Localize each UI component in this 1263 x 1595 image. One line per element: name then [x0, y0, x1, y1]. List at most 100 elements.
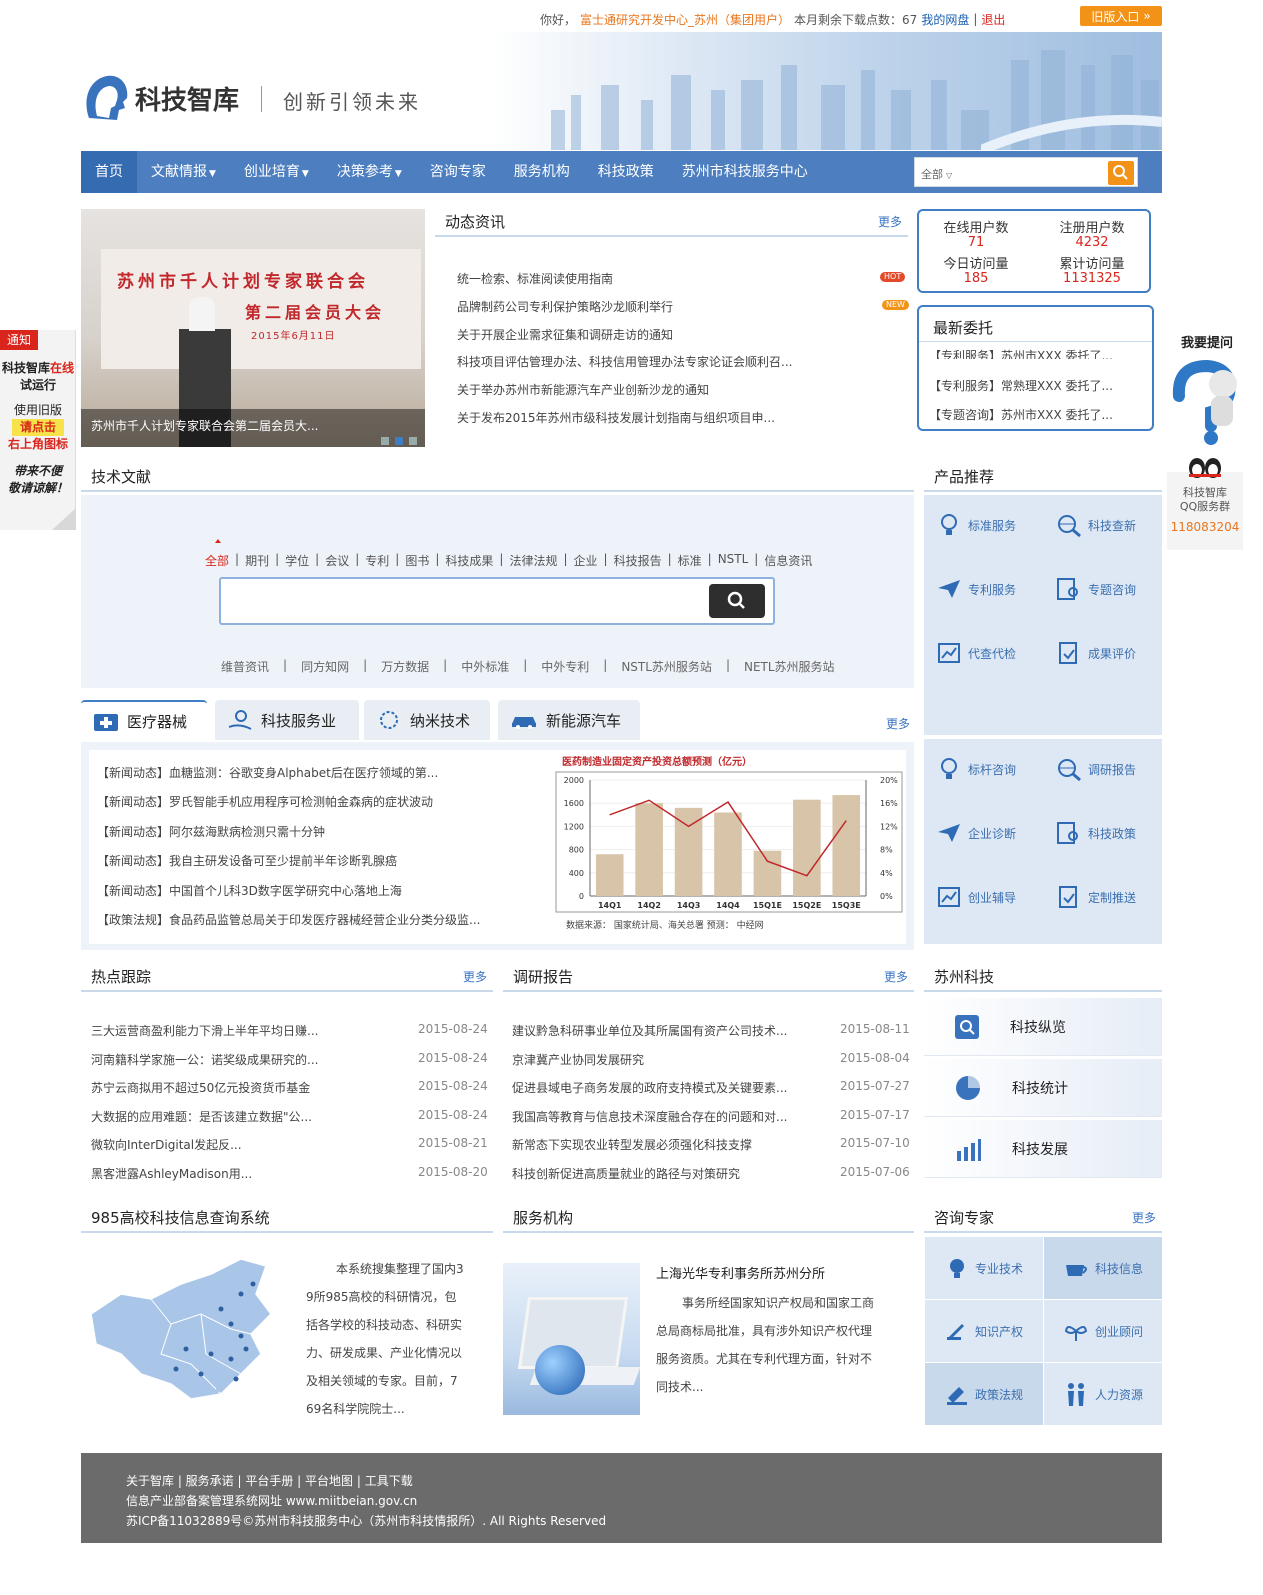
hot-item[interactable]: 黑客泄露AshleyMadison用... — [91, 1165, 353, 1182]
news-item[interactable]: 关于开展企业需求征集和调研走访的通知 — [457, 326, 877, 343]
nav-policy[interactable]: 科技政策 — [584, 151, 668, 193]
suzhou-statistics[interactable]: 科技统计 — [924, 1059, 1162, 1117]
qq-group-widget[interactable]: 科技智库 QQ服务群 118083204 — [1167, 458, 1243, 550]
footer-beian[interactable]: 信息产业部备案管理系统网址 www.miitbeian.gov.cn — [126, 1491, 1117, 1511]
carousel-dot[interactable] — [409, 437, 417, 445]
industry-item[interactable]: 【新闻动态】阿尔兹海默病检测只需十分钟 — [97, 823, 497, 840]
nav-search-input[interactable] — [971, 162, 1101, 182]
reports-item[interactable]: 我国高等教育与信息技术深度融合存在的问题和对... — [512, 1108, 830, 1125]
industry-item[interactable]: 【新闻动态】血糖监测：谷歌变身Alphabet后在医疗领域的第... — [97, 764, 497, 781]
tab-tech-services[interactable]: 科技服务业 — [215, 700, 359, 740]
product-startup-mentor[interactable]: 创业辅导 — [936, 884, 1016, 910]
experts-more-link[interactable]: 更多 — [1132, 1209, 1156, 1226]
lit-tab[interactable]: 学位 — [285, 552, 309, 569]
source-link[interactable]: NETL苏州服务站 — [744, 658, 835, 675]
suzhou-development[interactable]: 科技发展 — [924, 1120, 1162, 1178]
tab-new-energy-vehicles[interactable]: 新能源汽车 — [498, 700, 640, 740]
product-proxy-check[interactable]: 代查代检 — [936, 640, 1016, 666]
hot-item[interactable]: 苏宁云商拟用不超过50亿元投资货币基金 — [91, 1079, 353, 1096]
agency-image[interactable] — [503, 1263, 640, 1415]
source-link[interactable]: 同方知网 — [301, 658, 349, 675]
expert-startup-advisor[interactable]: 创业顾问 — [1044, 1300, 1162, 1362]
literature-search-input[interactable] — [227, 587, 697, 615]
nav-incubation[interactable]: 创业培育 ▼ — [230, 151, 323, 193]
reports-item[interactable]: 促进县域电子商务发展的政府支持模式及关键要素... — [512, 1079, 830, 1096]
product-patent-service[interactable]: 专利服务 — [936, 576, 1016, 602]
reports-item[interactable]: 科技创新促进高质量就业的路径与对策研究 — [512, 1165, 830, 1182]
reports-item[interactable]: 新常态下实现农业转型发展必须强化科技支撑 — [512, 1136, 830, 1153]
product-tech-policy[interactable]: 科技政策 — [1056, 820, 1136, 846]
hot-item[interactable]: 河南籍科学家施一公：诺奖级成果研究的... — [91, 1051, 353, 1068]
lit-tab[interactable]: NSTL — [718, 552, 749, 569]
industry-item[interactable]: 【政策法规】食品药品监管总局关于印发医疗器械经营企业分类分级监... — [97, 911, 537, 928]
china-map[interactable] — [81, 1254, 281, 1404]
tab-medical-devices[interactable]: 医疗器械 — [81, 700, 207, 740]
lit-tab[interactable]: 会议 — [325, 552, 349, 569]
source-link[interactable]: 中外专利 — [541, 658, 589, 675]
industry-item[interactable]: 【新闻动态】我自主研发设备可至少提前半年诊断乳腺癌 — [97, 852, 497, 869]
product-standard-service[interactable]: 标准服务 — [936, 512, 1016, 538]
nav-experts[interactable]: 咨询专家 — [416, 151, 500, 193]
logo-text[interactable]: 科技智库 — [135, 80, 239, 117]
commission-item[interactable]: 【专题咨询】苏州市XXX 委托了... — [929, 406, 1144, 423]
lit-tab[interactable]: 专利 — [365, 552, 389, 569]
news-item[interactable]: 科技项目评估管理办法、科技信用管理办法专家论证会顺利召... — [457, 353, 857, 370]
product-custom-push[interactable]: 定制推送 — [1056, 884, 1136, 910]
product-enterprise-diagnosis[interactable]: 企业诊断 — [936, 820, 1016, 846]
nav-literature[interactable]: 文献情报 ▼ — [137, 151, 230, 193]
lit-tab[interactable]: 信息资讯 — [764, 552, 812, 569]
hot-item[interactable]: 微软向InterDigital发起反... — [91, 1136, 353, 1153]
lit-tab[interactable]: 法律法规 — [509, 552, 557, 569]
source-link[interactable]: 中外标准 — [461, 658, 509, 675]
ask-question-widget[interactable]: 我要提问 — [1167, 328, 1243, 448]
industry-more-link[interactable]: 更多 — [886, 715, 910, 732]
expert-policy-law[interactable]: 政策法规 — [925, 1363, 1043, 1425]
reports-item[interactable]: 建议黔急科研事业单位及其所属国有资产公司技术... — [512, 1022, 830, 1039]
reports-more-link[interactable]: 更多 — [884, 968, 908, 985]
suzhou-overview[interactable]: 科技纵览 — [924, 998, 1162, 1056]
lit-tab[interactable]: 期刊 — [245, 552, 269, 569]
agency-name[interactable]: 上海光华专利事务所苏州分所 — [656, 1263, 825, 1282]
logout-link[interactable]: 退出 — [981, 11, 1005, 28]
lit-tab-all[interactable]: 全部 — [205, 552, 229, 569]
industry-item[interactable]: 【新闻动态】罗氏智能手机应用程序可检测帕金森病的症状波动 — [97, 793, 497, 810]
banner-carousel[interactable]: 苏州市千人计划专家联合会 第二届会员大会 2015年6月11日 苏州市千人计划专… — [81, 209, 425, 447]
product-achievement-eval[interactable]: 成果评价 — [1056, 640, 1136, 666]
product-benchmark-consult[interactable]: 标杆咨询 — [936, 756, 1016, 782]
tab-nanotech[interactable]: 纳米技术 — [364, 700, 490, 740]
old-version-button[interactable]: 旧版入口» — [1080, 6, 1162, 26]
lit-tab[interactable]: 企业 — [574, 552, 598, 569]
nav-search-button[interactable] — [1108, 161, 1134, 185]
product-topic-consult[interactable]: 专题咨询 — [1056, 576, 1136, 602]
hot-item[interactable]: 大数据的应用难题：是否该建立数据"公... — [91, 1108, 353, 1125]
carousel-dot[interactable] — [381, 437, 389, 445]
nav-decision[interactable]: 决策参考 ▼ — [323, 151, 416, 193]
industry-item[interactable]: 【新闻动态】中国首个儿科3D数字医学研究中心落地上海 — [97, 882, 497, 899]
expert-ip[interactable]: 知识产权 — [925, 1300, 1043, 1362]
user-name-link[interactable]: 富士通研究开发中心_苏州（集团用户） — [580, 11, 790, 28]
nav-suzhou-center[interactable]: 苏州市科技服务中心 — [668, 151, 822, 193]
source-link[interactable]: 维普资讯 — [221, 658, 269, 675]
carousel-dot-active[interactable] — [395, 437, 403, 445]
banner-caption[interactable]: 苏州市千人计划专家联合会第二届会员大... — [81, 409, 425, 447]
nav-home[interactable]: 首页 — [81, 151, 137, 193]
news-item[interactable]: 统一检索、标准阅读使用指南 — [457, 270, 837, 287]
lit-tab[interactable]: 图书 — [405, 552, 429, 569]
hot-item[interactable]: 三大运营商盈利能力下滑上半年平均日赚... — [91, 1022, 353, 1039]
news-item[interactable]: 关于发布2015年苏州市级科技发展计划指南与组织项目申... — [457, 409, 857, 426]
lit-tab[interactable]: 标准 — [678, 552, 702, 569]
lit-tab[interactable]: 科技报告 — [614, 552, 662, 569]
nav-agencies[interactable]: 服务机构 — [500, 151, 584, 193]
source-link[interactable]: NSTL苏州服务站 — [621, 658, 712, 675]
commission-item[interactable]: 【专利服务】常熟理XXX 委托了... — [929, 377, 1144, 394]
notice-panel[interactable]: 科技智库在线 试运行 使用旧版 请点击 右上角图标 带来不便 敬请谅解！ — [0, 330, 76, 530]
expert-professional-tech[interactable]: 专业技术 — [925, 1237, 1043, 1299]
news-item[interactable]: 关于举办苏州市新能源汽车产业创新沙龙的通知 — [457, 381, 877, 398]
expert-tech-info[interactable]: 科技信息 — [1044, 1237, 1162, 1299]
footer-links[interactable]: 关于智库 | 服务承诺 | 平台手册 | 平台地图 | 工具下载 — [126, 1471, 1117, 1491]
commission-item[interactable]: 【专利服务】苏州市XXX 委托了... — [929, 347, 1144, 359]
source-link[interactable]: 万方数据 — [381, 658, 429, 675]
reports-item[interactable]: 京津冀产业协同发展研究 — [512, 1051, 830, 1068]
hot-more-link[interactable]: 更多 — [463, 968, 487, 985]
my-disk-link[interactable]: 我的网盘 — [921, 11, 969, 28]
